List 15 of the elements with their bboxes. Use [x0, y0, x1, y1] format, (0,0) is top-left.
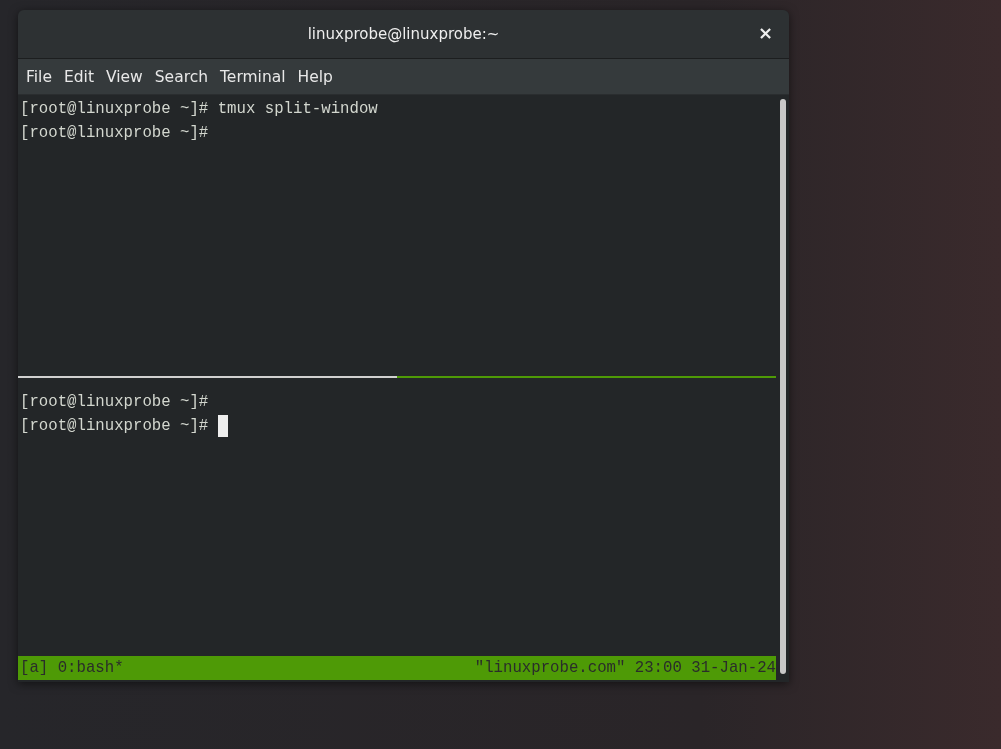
status-right-text: "linuxprobe.com" 23:00 31-Jan-24	[474, 659, 776, 677]
menu-item[interactable]: Terminal	[214, 67, 292, 86]
status-left-text: [a] 0:bash*	[20, 659, 124, 677]
scrollbar-thumb[interactable]	[779, 99, 786, 674]
terminal-line: [root@linuxprobe ~]# tmux split-window	[20, 99, 378, 120]
terminal-line: [root@linuxprobe ~]#	[20, 392, 209, 413]
menu-item[interactable]: File	[20, 67, 58, 86]
menu-item[interactable]: Search	[148, 67, 215, 86]
window-title: linuxprobe@linuxprobe:~	[307, 25, 500, 43]
close-button[interactable]: ×	[755, 22, 775, 43]
terminal-line: [root@linuxprobe ~]#	[20, 416, 210, 437]
menu-item[interactable]: View	[99, 67, 149, 86]
menu-item[interactable]: Help	[291, 67, 339, 86]
terminal-line: [root@linuxprobe ~]#	[20, 123, 209, 144]
menu-item[interactable]: Edit	[57, 67, 100, 86]
